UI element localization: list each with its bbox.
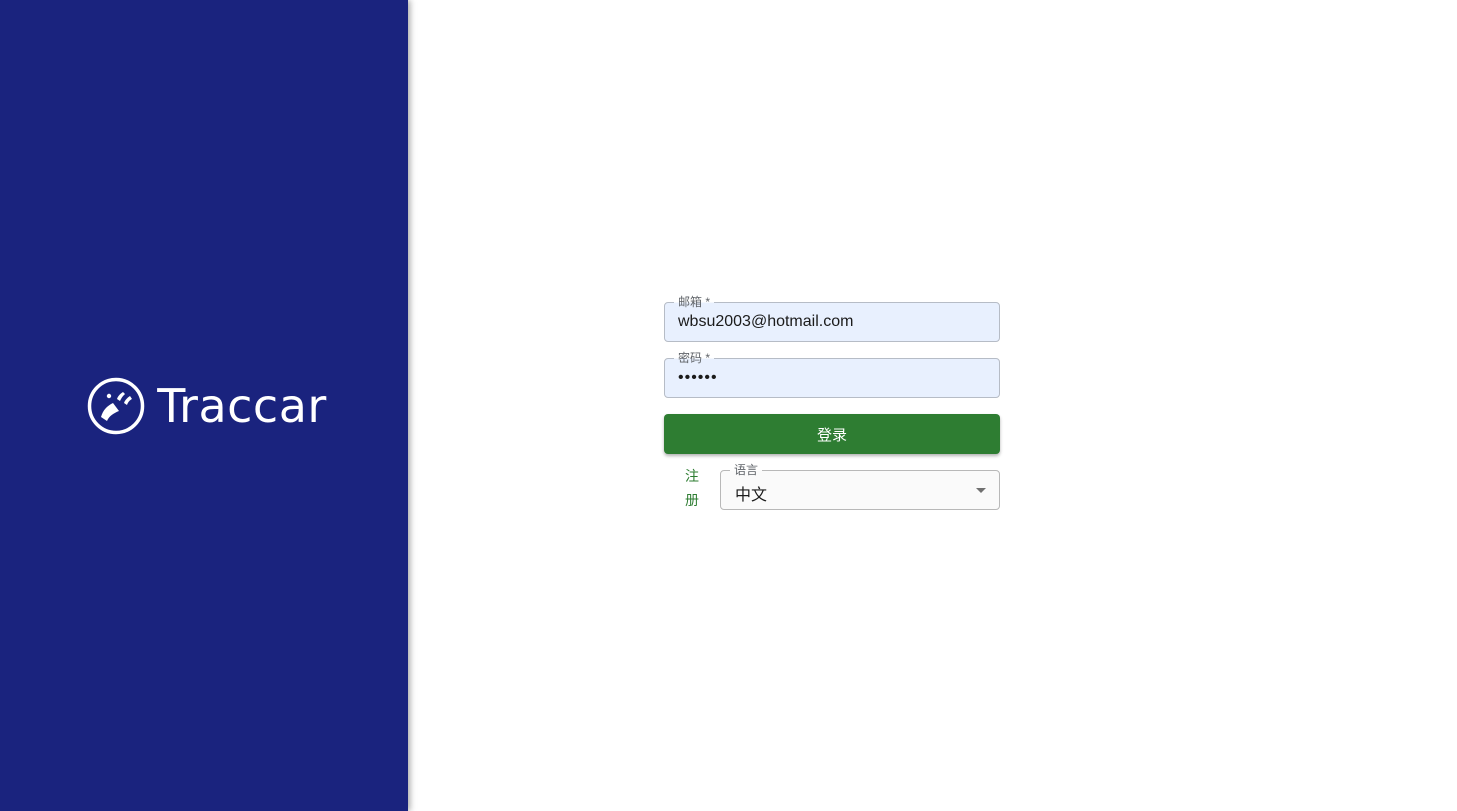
language-select[interactable]: 语言 中文 [720, 463, 1000, 510]
language-label: 语言 [730, 463, 763, 477]
dropdown-arrow-icon [976, 488, 986, 493]
email-field: 邮箱 * [664, 295, 1000, 342]
main-panel: 邮箱 * 密码 * 登录 注册 语言 中文 [408, 0, 1457, 811]
brand-name: Traccar [157, 378, 327, 433]
email-input[interactable] [665, 303, 999, 341]
register-link[interactable]: 注册 [685, 464, 699, 512]
brand-logo: Traccar [87, 377, 327, 435]
login-form: 邮箱 * 密码 * 登录 注册 语言 中文 [664, 295, 1000, 512]
sidebar: Traccar [0, 0, 408, 811]
password-field: 密码 * [664, 351, 1000, 398]
language-value: 中文 [735, 487, 768, 504]
register-wrap: 注册 [664, 464, 720, 512]
bottom-row: 注册 语言 中文 [664, 463, 1000, 512]
password-input[interactable] [665, 359, 999, 397]
login-button[interactable]: 登录 [664, 414, 1000, 454]
satellite-signal-icon [87, 377, 145, 434]
